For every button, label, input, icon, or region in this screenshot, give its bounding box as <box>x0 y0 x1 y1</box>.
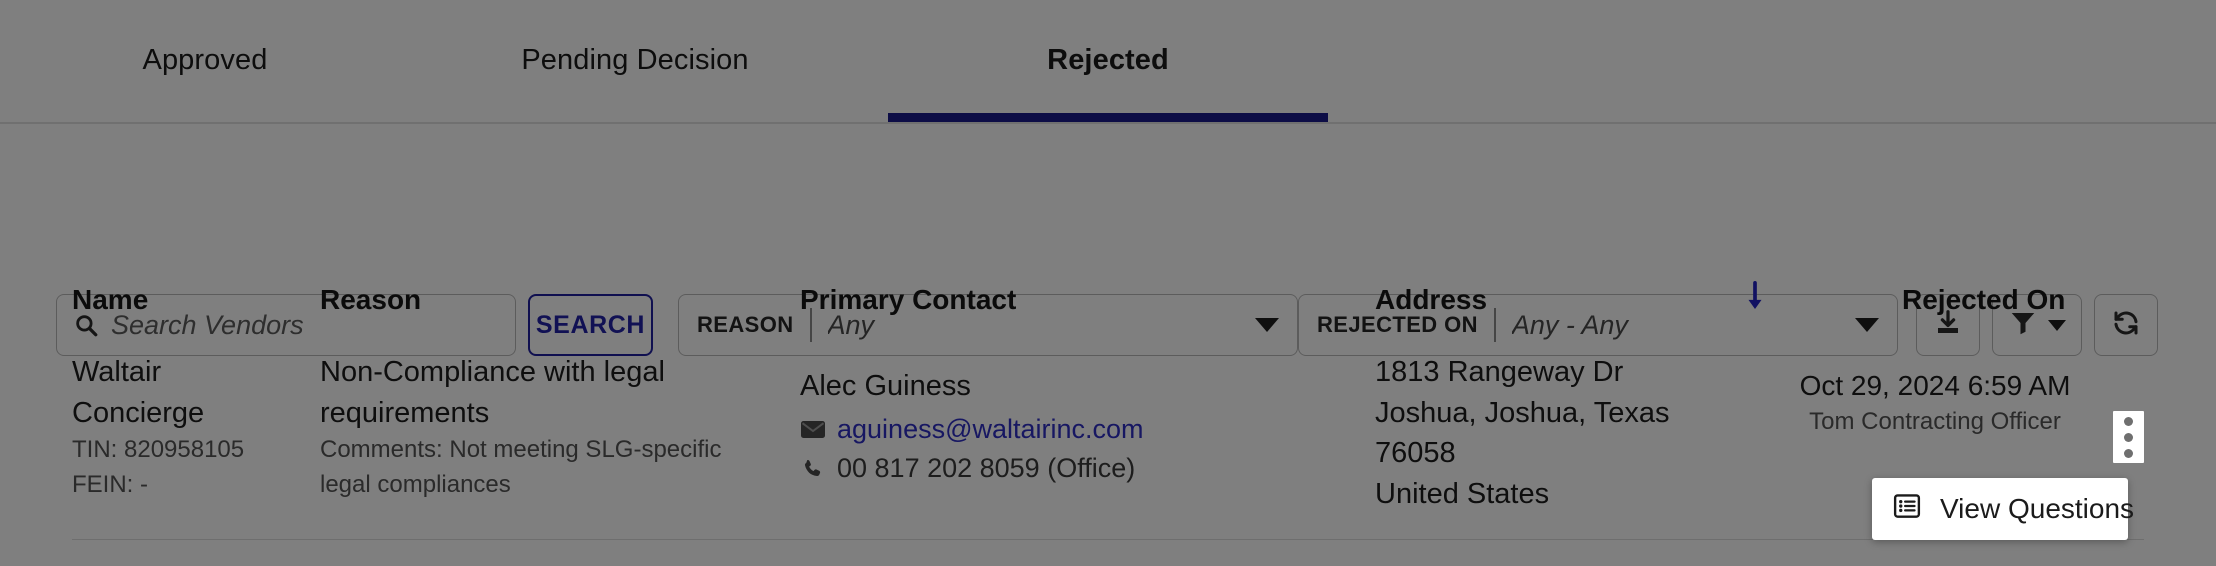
vendor-tin: TIN: 820958105 <box>72 436 245 464</box>
column-header-primary-contact-label: Primary Contact <box>800 284 1017 315</box>
column-header-rejected-on[interactable]: Rejected On <box>1902 256 2065 344</box>
cell-name: Waltair Concierge TIN: 820958105 FEIN: - <box>72 344 297 503</box>
address-line-4: United States <box>1375 477 1550 510</box>
menu-item-view-questions-label: View Questions <box>1940 493 2135 524</box>
cell-reason: Non-Compliance with legal requirements C… <box>320 344 770 503</box>
arrow-down-icon <box>1744 280 1766 321</box>
contact-email-link[interactable]: aguiness@waltairinc.com <box>837 413 1144 447</box>
cell-address: 1813 Rangeway Dr Joshua, Joshua, Texas 7… <box>1375 344 1725 514</box>
contact-phone-row: 00 817 202 8059 (Office) <box>800 452 1360 486</box>
app-root: Approved Pending Decision Rejected Searc… <box>0 0 2216 566</box>
kebab-dot <box>2124 448 2133 458</box>
sort-indicator[interactable] <box>1738 256 1772 344</box>
column-header-rejected-on-label: Rejected On <box>1902 284 2066 315</box>
table-header: Name Reason Primary Contact Address Reje… <box>0 256 2216 344</box>
active-tab-indicator <box>888 113 1328 122</box>
filter-toolbar: SEARCH REASON Any REJECTED ON Any - Any <box>0 124 2216 356</box>
cell-primary-contact: Alec Guiness aguiness@waltairinc.com 00 … <box>800 344 1360 486</box>
rejection-reason: Non-Compliance with legal requirements <box>320 356 665 429</box>
rejection-comments: Comments: Not meeting SLG-specific legal… <box>320 436 722 498</box>
column-header-reason-label: Reason <box>320 284 422 315</box>
row-divider <box>72 539 2144 540</box>
email-icon <box>800 416 826 442</box>
address-line-3: 76058 <box>1375 437 1456 470</box>
vendor-fein: FEIN: - <box>72 470 148 498</box>
address-line-2: Joshua, Joshua, Texas <box>1375 396 1670 429</box>
column-header-primary-contact[interactable]: Primary Contact <box>800 256 1016 344</box>
contact-name: Alec Guiness <box>800 370 971 402</box>
column-header-address[interactable]: Address <box>1375 256 1487 344</box>
tab-pending-decision-label: Pending Decision <box>521 43 749 76</box>
cell-rejected-on: Oct 29, 2024 6:59 AM Tom Contracting Off… <box>1790 344 2080 440</box>
column-header-name[interactable]: Name <box>72 256 148 344</box>
column-header-reason[interactable]: Reason <box>320 256 421 344</box>
column-header-name-label: Name <box>72 284 149 315</box>
kebab-menu-icon[interactable] <box>2113 411 2144 463</box>
tab-rejected-label: Rejected <box>1047 43 1169 76</box>
tab-pending-decision[interactable]: Pending Decision <box>385 0 885 120</box>
tab-rejected[interactable]: Rejected <box>888 0 1328 120</box>
tab-bar: Approved Pending Decision Rejected <box>0 0 2216 124</box>
column-header-address-label: Address <box>1375 284 1488 315</box>
vendor-name: Waltair Concierge <box>72 356 205 429</box>
kebab-dot <box>2124 416 2133 426</box>
contact-phone: 00 817 202 8059 (Office) <box>837 453 1136 484</box>
contact-email-row[interactable]: aguiness@waltairinc.com <box>800 413 1360 447</box>
row-context-menu: View Questions <box>1872 478 2134 540</box>
list-icon <box>1892 491 1922 528</box>
tab-approved[interactable]: Approved <box>25 0 385 120</box>
rejected-by: Tom Contracting Officer <box>1809 408 2061 436</box>
kebab-dot <box>2124 432 2133 442</box>
rejected-on-date: Oct 29, 2024 6:59 AM <box>1799 370 2071 401</box>
tab-approved-label: Approved <box>142 43 268 76</box>
menu-item-view-questions[interactable]: View Questions <box>1872 478 2134 540</box>
phone-icon <box>800 456 826 482</box>
address-line-1: 1813 Rangeway Dr <box>1375 356 1624 388</box>
